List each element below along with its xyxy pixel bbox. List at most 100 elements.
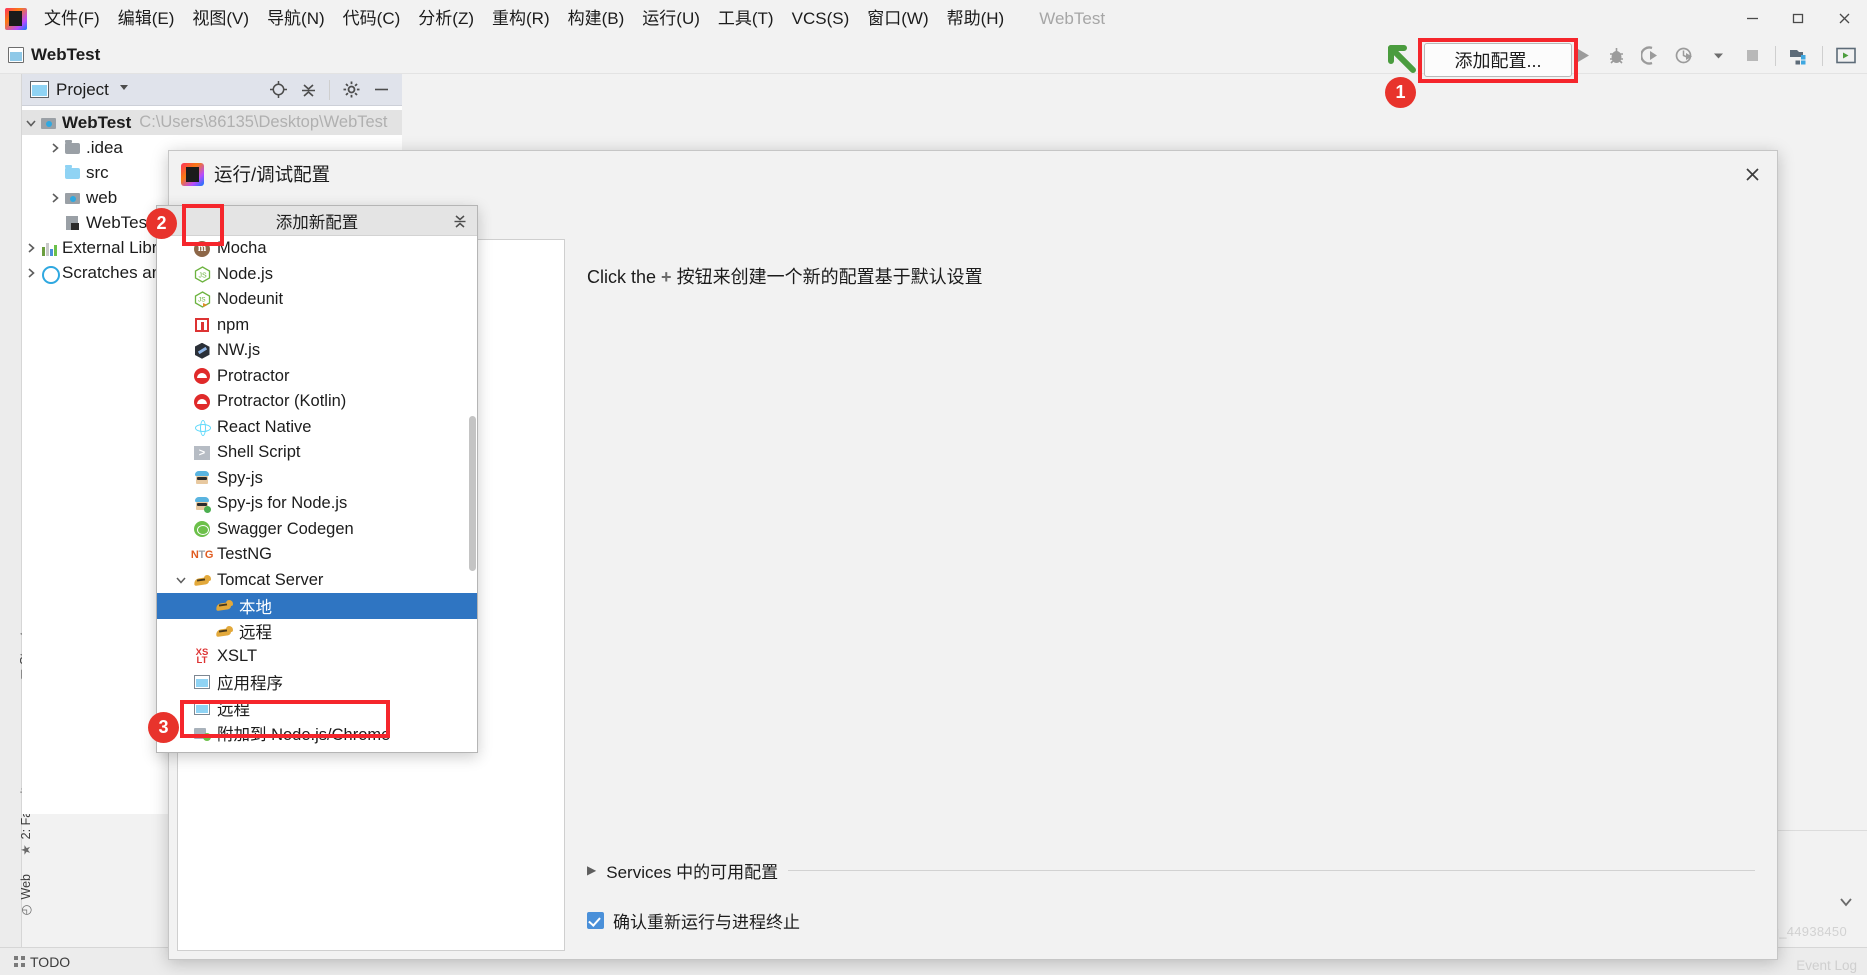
collapse-icon[interactable] (450, 211, 470, 231)
list-item-testng[interactable]: › NTG TestNG (157, 542, 477, 568)
services-section-label: Services 中的可用配置 (606, 862, 779, 882)
minimize-icon[interactable] (1729, 0, 1775, 37)
protractor-kotlin-icon (191, 393, 213, 410)
chevron-down-icon[interactable] (171, 574, 191, 586)
tree-row-webtest[interactable]: WebTest C:\Users\86135\Desktop\WebTest (22, 110, 402, 135)
menu-item-run[interactable]: 运行(U) (633, 6, 709, 32)
profile-dropdown-icon[interactable] (1701, 39, 1735, 73)
menu-item-analyze[interactable]: 分析(Z) (409, 6, 483, 32)
folder-icon (64, 140, 82, 156)
pointer-arrow-icon (1385, 42, 1419, 81)
intellij-logo-icon (5, 7, 27, 30)
source-folder-icon (64, 165, 82, 181)
chevron-right-icon[interactable] (22, 267, 40, 279)
todo-tool-button[interactable]: TODO (14, 954, 70, 970)
profile-icon[interactable] (1667, 39, 1701, 73)
nwjs-icon (191, 342, 213, 359)
list-item-application[interactable]: › 应用程序 (157, 670, 477, 696)
list-item-tomcat-remote[interactable]: › 远程 (157, 619, 477, 645)
chevron-right-icon[interactable] (46, 142, 64, 154)
list-caret: › (171, 316, 191, 335)
toolbar-divider (1775, 45, 1776, 66)
confirm-rerun-checkbox-row[interactable]: 确认重新运行与进程终止 (587, 908, 800, 933)
list-item-label: Spy-js for Node.js (217, 494, 348, 513)
list-item-protractor[interactable]: › Protractor (157, 364, 477, 390)
list-caret: › (171, 622, 191, 641)
list-item-react-native[interactable]: › React Native (157, 415, 477, 441)
menu-item-build[interactable]: 构建(B) (559, 6, 634, 32)
libraries-icon (40, 240, 58, 256)
chevron-right-icon[interactable]: ▶ (587, 863, 596, 877)
list-item-label: Mocha (217, 239, 267, 258)
list-item-other[interactable]: 其他 (157, 746, 477, 753)
menu-item-file[interactable]: 文件(F) (35, 6, 109, 32)
popup-scrollbar[interactable] (469, 416, 476, 571)
left-tool-strip: Structure ★ 2: Favorites ◴ Web (0, 74, 33, 975)
list-item-nwjs[interactable]: › NW.js (157, 338, 477, 364)
iml-file-icon (64, 215, 82, 231)
close-icon[interactable] (1737, 159, 1767, 189)
menu-item-view[interactable]: 视图(V) (183, 6, 258, 32)
services-section[interactable]: ▶ Services 中的可用配置 (587, 859, 1755, 882)
menu-item-code[interactable]: 代码(C) (334, 6, 410, 32)
intellij-logo-icon (181, 162, 204, 186)
window-controls (1729, 0, 1867, 37)
list-caret: › (171, 392, 191, 411)
add-configuration-button[interactable]: 添加配置... (1424, 43, 1572, 77)
list-item-label: 本地 (239, 598, 272, 617)
chevron-down-icon[interactable] (22, 117, 40, 129)
menu-item-navigate[interactable]: 导航(N) (258, 6, 334, 32)
list-item-spyjs-nodejs[interactable]: › Spy-js for Node.js (157, 491, 477, 517)
terminal-icon[interactable] (1829, 39, 1863, 73)
run-icon[interactable] (1565, 39, 1599, 73)
run-with-coverage-icon[interactable] (1633, 39, 1667, 73)
project-structure-icon[interactable] (1782, 39, 1816, 73)
list-item-protractor-kotlin[interactable]: › Protractor (Kotlin) (157, 389, 477, 415)
debug-icon[interactable] (1599, 39, 1633, 73)
remote-icon (191, 700, 213, 715)
list-item-tomcat-server[interactable]: Tomcat Server (157, 568, 477, 594)
list-item-xslt[interactable]: › XSLT XSLT (157, 644, 477, 670)
list-item-remote[interactable]: › 远程 (157, 695, 477, 721)
chevron-down-icon[interactable] (117, 80, 131, 99)
list-item-npm[interactable]: › npm (157, 313, 477, 339)
list-item-attach-node-chrome[interactable]: › 附加到 Node.js/Chrome (157, 721, 477, 747)
nodeunit-icon: JS (191, 291, 213, 308)
menu-item-vcs[interactable]: VCS(S) (783, 6, 859, 32)
locate-icon[interactable] (263, 75, 293, 105)
sidebar-item-web[interactable]: ◴ Web (18, 874, 34, 915)
shell-script-icon: > (191, 445, 213, 460)
collapse-all-icon[interactable] (293, 75, 323, 105)
confirm-rerun-checkbox[interactable] (587, 912, 604, 929)
annotation-badge-2: 2 (146, 208, 177, 239)
testng-icon: NTG (190, 548, 214, 561)
menu-item-refactor[interactable]: 重构(R) (483, 6, 559, 32)
hide-icon[interactable] (366, 75, 396, 105)
close-icon[interactable] (1821, 0, 1867, 37)
menu-item-window[interactable]: 窗口(W) (858, 6, 937, 32)
list-item-shell-script[interactable]: › > Shell Script (157, 440, 477, 466)
list-item-swagger-codegen[interactable]: › Swagger Codegen (157, 517, 477, 543)
chevron-right-icon[interactable] (46, 192, 64, 204)
list-item-label: Protractor (Kotlin) (217, 392, 347, 411)
add-new-configuration-popup: 添加新配置 › m Mocha › JS Node.js (156, 205, 478, 753)
list-caret: › (171, 418, 191, 437)
stop-icon[interactable] (1735, 39, 1769, 73)
event-log-button[interactable]: Event Log (1796, 958, 1857, 973)
swagger-icon (191, 521, 213, 538)
list-item-spyjs[interactable]: › Spy-js (157, 466, 477, 492)
todo-label: TODO (30, 953, 71, 970)
gear-icon[interactable] (336, 75, 366, 105)
configuration-type-list[interactable]: › m Mocha › JS Node.js › JS Nodeunit › (157, 236, 477, 753)
list-item-mocha[interactable]: › m Mocha (157, 236, 477, 262)
menu-item-edit[interactable]: 编辑(E) (109, 6, 184, 32)
list-item-nodejs[interactable]: › JS Node.js (157, 262, 477, 288)
list-item-tomcat-local[interactable]: › 本地 (157, 593, 477, 619)
chevron-right-icon[interactable] (22, 242, 40, 254)
menu-item-help[interactable]: 帮助(H) (938, 6, 1014, 32)
menu-item-tools[interactable]: 工具(T) (709, 6, 783, 32)
list-item-nodeunit[interactable]: › JS Nodeunit (157, 287, 477, 313)
tree-label-src: src (86, 162, 109, 182)
chevron-down-icon[interactable] (1837, 893, 1855, 916)
maximize-icon[interactable] (1775, 0, 1821, 37)
